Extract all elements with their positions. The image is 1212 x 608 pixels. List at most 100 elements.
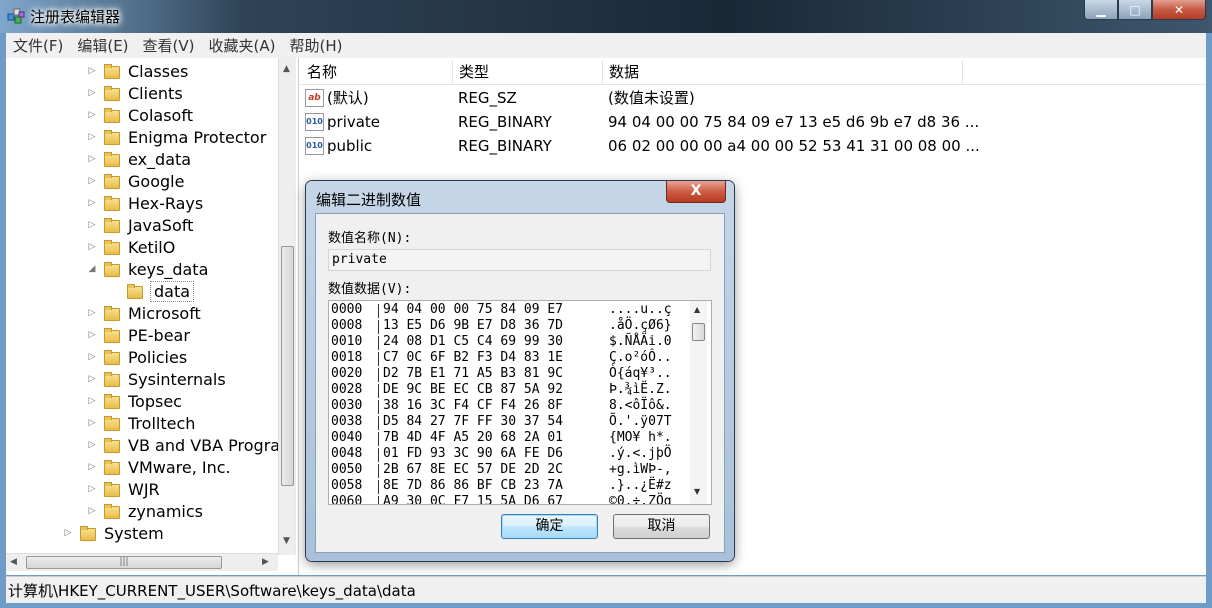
hex-bytes[interactable]: 38 16 3C F4 CF F4 26 8F [383,398,563,414]
hex-bytes[interactable]: 24 08 D1 C5 C4 69 99 30 [383,334,563,350]
hex-bytes[interactable]: D2 7B E1 71 A5 B3 81 9C [383,366,563,382]
tree-item[interactable]: ▷ Trolltech [86,412,196,434]
expand-arrow-icon[interactable]: ▷ [86,242,98,252]
tree-item[interactable]: ▷ Classes [86,60,189,82]
expand-arrow-icon[interactable]: ▷ [86,396,98,406]
ok-button[interactable]: 确定 [501,514,598,539]
scroll-up-icon[interactable]: ▲ [694,305,700,314]
collapse-arrow-icon[interactable]: ◢ [86,264,98,274]
tree-item[interactable]: ▷ JavaSoft [86,214,194,236]
column-data-header[interactable]: 数据 [603,60,963,84]
menu-file[interactable]: 文件(F) [6,35,70,56]
value-row[interactable]: 010 private REG_BINARY 94 04 00 00 75 84 09… [301,110,1206,134]
hex-bytes[interactable]: 8E 7D 86 86 BF CB 23 7A [383,478,563,494]
expand-arrow-icon[interactable]: ▷ [86,198,98,208]
tree-item[interactable]: ▷ ex_data [86,148,192,170]
tree-item[interactable]: ▷ Policies [86,346,188,368]
scroll-up-icon[interactable]: ▲ [283,64,290,74]
hex-ascii[interactable]: +g.ìWÞ-, [609,462,672,478]
tree-item[interactable]: ▷ Hex-Rays [86,192,204,214]
dialog-close-button[interactable]: X [666,181,726,203]
expand-arrow-icon[interactable]: ▷ [86,330,98,340]
expand-arrow-icon[interactable]: ▷ [86,110,98,120]
tree-item[interactable]: ▷ Clients [86,82,183,104]
hex-ascii[interactable]: .}..¿Ë#z [609,478,672,494]
tree-horizontal-scrollbar[interactable]: ◀ ||| ▶ [6,553,278,571]
tree-item[interactable]: ▷ Sysinternals [86,368,226,390]
hex-ascii[interactable]: 8.<ôÏô&. [609,398,672,414]
tree-vertical-scrollbar[interactable]: ▲ ▼ [278,58,296,555]
tree-hscroll-thumb[interactable]: ||| [26,556,222,569]
tree-item[interactable]: ▷ zynamics [86,500,203,522]
hex-bytes[interactable]: C7 0C 6F B2 F3 D4 83 1E [383,350,563,366]
tree-item[interactable]: ▷ System [62,522,164,544]
tree-item[interactable]: ▷ KetilO [86,236,176,258]
tree-item[interactable]: ▷ PE-bear [86,324,190,346]
hex-ascii[interactable]: ©0.÷.ZÖg [609,494,672,504]
expand-arrow-icon[interactable]: ▷ [86,418,98,428]
tree-item[interactable]: ▷ Google [86,170,185,192]
expand-arrow-icon[interactable]: ▷ [86,132,98,142]
hex-ascii[interactable]: .åÖ.çØ6} [609,318,672,334]
value-row[interactable]: 010 public REG_BINARY 06 02 00 00 00 a4 00 … [301,134,1206,158]
title-bar[interactable]: 注册表编辑器 ▁ □ ✕ [0,0,1212,33]
expand-arrow-icon[interactable]: ▷ [86,220,98,230]
hex-bytes[interactable]: D5 84 27 7F FF 30 37 54 [383,414,563,430]
maximize-button[interactable]: □ [1118,0,1152,20]
tree-item[interactable]: ▷ WJR [86,478,160,500]
hex-ascii[interactable]: Ò{áq¥³.. [609,366,672,382]
tree-item[interactable]: ▷ VMware, Inc. [86,456,231,478]
expand-arrow-icon[interactable]: ▷ [86,66,98,76]
hex-ascii[interactable]: {MO¥ h*. [609,430,672,446]
scroll-left-icon[interactable]: ◀ [10,557,17,567]
expand-arrow-icon[interactable]: ▷ [86,374,98,384]
tree-vscroll-thumb[interactable] [281,246,294,486]
close-button[interactable]: ✕ [1152,0,1206,20]
hex-bytes[interactable]: 2B 67 8E EC 57 DE 2D 2C [383,462,563,478]
hex-ascii[interactable]: .ý.<.jþÖ [609,446,672,462]
cancel-button[interactable]: 取消 [613,514,710,539]
hex-scrollbar[interactable]: ▲ ▼ [690,301,707,504]
hex-ascii[interactable]: $.ÑÅÄi.0 [609,334,672,350]
hex-ascii[interactable]: ....u..ç [609,302,672,318]
tree-item[interactable]: ▷ Microsoft [86,302,201,324]
hex-ascii[interactable]: Õ.'.ÿ07T [609,414,672,430]
expand-arrow-icon[interactable]: ▷ [86,176,98,186]
scroll-down-icon[interactable]: ▼ [283,536,290,546]
hex-bytes[interactable]: 7B 4D 4F A5 20 68 2A 01 [383,430,563,446]
hex-bytes[interactable]: 94 04 00 00 75 84 09 E7 [383,302,563,318]
minimize-button[interactable]: ▁ [1084,0,1118,20]
menu-edit[interactable]: 编辑(E) [70,35,135,56]
hex-bytes[interactable]: DE 9C BE EC CB 87 5A 92 [383,382,563,398]
menu-help[interactable]: 帮助(H) [282,35,349,56]
hex-ascii[interactable]: Þ.¾ìË.Z. [609,382,672,398]
tree-item[interactable]: ◢ keys_data [86,258,209,280]
tree-item[interactable]: data [109,280,195,302]
hex-scroll-thumb[interactable] [692,323,705,341]
expand-arrow-icon[interactable]: ▷ [86,352,98,362]
column-type-header[interactable]: 类型 [453,60,603,84]
menu-view[interactable]: 查看(V) [136,35,202,56]
hex-bytes[interactable]: 01 FD 93 3C 90 6A FE D6 [383,446,563,462]
tree-item[interactable]: ▷ Enigma Protector [86,126,267,148]
menu-favorites[interactable]: 收藏夹(A) [202,35,283,56]
expand-arrow-icon[interactable]: ▷ [86,484,98,494]
expand-arrow-icon[interactable]: ▷ [86,462,98,472]
expand-arrow-icon[interactable]: ▷ [86,88,98,98]
expand-arrow-icon[interactable]: ▷ [86,440,98,450]
scroll-down-icon[interactable]: ▼ [694,487,700,496]
hex-bytes[interactable]: A9 30 0C F7 15 5A D6 67 [383,494,563,504]
registry-tree[interactable]: ▷ System ▷ zynamics ▷ WJR ▷ VMware, Inc. ▷ VB and… [6,58,299,575]
expand-arrow-icon[interactable]: ▷ [62,528,74,538]
expand-arrow-icon[interactable]: ▷ [86,308,98,318]
expand-arrow-icon[interactable]: ▷ [86,154,98,164]
tree-item[interactable]: ▷ VB and VBA Program [86,434,296,456]
tree-item[interactable]: ▷ Topsec [86,390,182,412]
scroll-right-icon[interactable]: ▶ [262,557,269,567]
hex-ascii[interactable]: Ç.o²óÔ.. [609,350,672,366]
expand-arrow-icon[interactable]: ▷ [86,506,98,516]
tree-item[interactable]: ▷ Colasoft [86,104,193,126]
value-row[interactable]: ab (默认) REG_SZ (数值未设置) [301,86,1206,110]
hex-bytes[interactable]: 13 E5 D6 9B E7 D8 36 7D [383,318,563,334]
hex-editor[interactable]: 0060 A9 30 0C F7 15 5A D6 67 ©0.÷.ZÖg 0058 8… [328,300,712,505]
